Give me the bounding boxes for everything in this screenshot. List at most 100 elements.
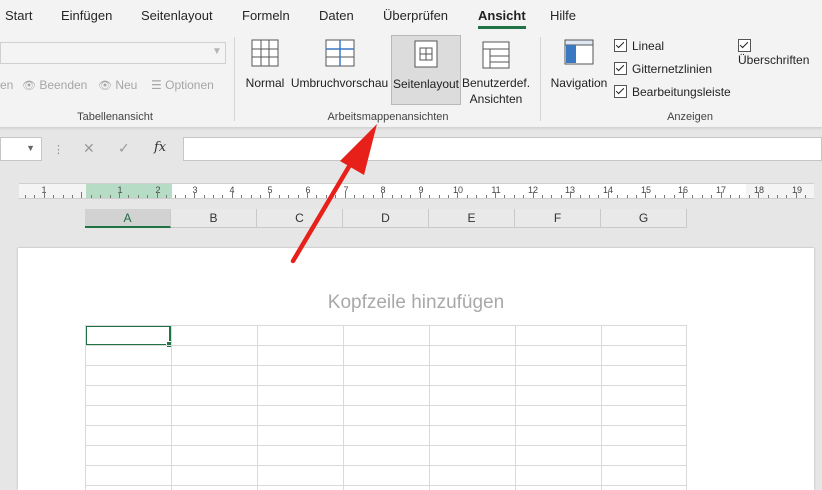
gridline — [85, 385, 687, 386]
chevron-down-icon: ▼ — [26, 143, 35, 153]
drag-handle-icon[interactable]: ⋮ — [53, 143, 64, 156]
tab-daten[interactable]: Daten — [319, 8, 354, 23]
ruler-tick — [373, 195, 374, 198]
column-header-b[interactable]: B — [171, 209, 257, 228]
ruler-tick — [721, 192, 722, 198]
ruler-tick — [805, 195, 806, 198]
ruler-tick — [608, 192, 609, 198]
group-label-anzeigen: Anzeigen — [667, 111, 713, 123]
navigation-button[interactable]: Navigation — [547, 35, 611, 105]
custom-views-icon — [482, 41, 510, 69]
gridline — [85, 365, 687, 366]
lineal-checkbox[interactable]: Lineal — [614, 39, 664, 53]
page-break-preview-button[interactable]: Umbruchvorschau — [290, 35, 389, 105]
group-divider — [234, 37, 235, 121]
tab-start[interactable]: Start — [5, 8, 32, 23]
gitternetzlinien-checkbox[interactable]: Gitternetzlinien — [614, 62, 712, 76]
ueberschriften-checkbox[interactable]: Überschriften — [738, 39, 822, 67]
active-cell[interactable] — [85, 325, 173, 348]
bearbeitungsleiste-checkbox[interactable]: Bearbeitungsleiste — [614, 85, 731, 99]
name-box[interactable]: ▼ — [0, 137, 42, 161]
column-header-a[interactable]: A — [85, 209, 171, 228]
ruler-tick — [354, 195, 355, 198]
ruler-tick — [457, 192, 458, 198]
custom-views-label-line2: Ansichten — [469, 92, 523, 106]
truncated-label: en — [0, 78, 14, 92]
column-header-d[interactable]: D — [343, 209, 429, 228]
ruler-tick — [232, 192, 233, 198]
group-label-tabellenansicht: Tabellenansicht — [77, 111, 153, 123]
ruler-tick — [758, 192, 759, 198]
ruler-tick — [570, 192, 571, 198]
tab-ueberpruefen[interactable]: Überprüfen — [383, 8, 448, 23]
ruler-tick — [542, 195, 543, 198]
column-header-e[interactable]: E — [429, 209, 515, 228]
beenden-button[interactable]: 👁 Beenden — [22, 78, 87, 92]
formula-input[interactable] — [183, 137, 822, 161]
ruler-tick — [514, 195, 515, 198]
ueberschriften-label: Überschriften — [738, 53, 810, 67]
ribbon: ▼ en 👁 Beenden 👁 Neu ☰ Optionen Tabellen… — [0, 31, 822, 128]
tab-ansicht[interactable]: Ansicht — [478, 8, 526, 29]
ruler-tick — [100, 195, 101, 198]
ruler-tick — [439, 195, 440, 198]
page-layout-page: Kopfzeile hinzufügen — [18, 248, 814, 490]
custom-views-label: Benutzerdef. Ansichten — [462, 75, 530, 107]
ruler-tick — [617, 195, 618, 198]
bearbeitungsleiste-label: Bearbeitungsleiste — [632, 85, 731, 99]
gridline — [85, 345, 687, 346]
formula-bar: ▼ ⋮ ✕ ✓ fx — [0, 137, 822, 163]
normal-view-button[interactable]: Normal — [241, 35, 289, 105]
ruler-tick — [363, 195, 364, 198]
ruler-tick — [81, 192, 82, 198]
tab-seitenlayout[interactable]: Seitenlayout — [141, 8, 213, 23]
eye-icon: 👁 — [22, 80, 36, 92]
ruler-tick — [392, 195, 393, 198]
ruler-tick — [598, 195, 599, 198]
ruler-tick — [138, 195, 139, 198]
column-header-g[interactable]: G — [601, 209, 687, 228]
insert-function-icon[interactable]: fx — [154, 140, 166, 155]
ruler-tick — [777, 195, 778, 198]
ruler-tick — [551, 195, 552, 198]
beenden-label: Beenden — [39, 78, 88, 92]
normal-view-label: Normal — [245, 76, 285, 90]
ruler-tick — [495, 192, 496, 198]
tab-hilfe[interactable]: Hilfe — [550, 8, 576, 23]
ruler-tick — [627, 195, 628, 198]
custom-views-label-line1: Benutzerdef. — [462, 76, 531, 90]
ruler-tick — [683, 192, 684, 198]
gridline — [85, 445, 687, 446]
ribbon-tabs: Start Einfügen Seitenlayout Formeln Date… — [0, 0, 822, 31]
ruler-tick — [702, 195, 703, 198]
ruler-tick — [110, 195, 111, 198]
custom-views-button[interactable]: Benutzerdef. Ansichten — [462, 35, 530, 107]
tab-formeln[interactable]: Formeln — [242, 8, 290, 23]
optionen-button[interactable]: ☰ Optionen — [151, 78, 214, 92]
cancel-icon[interactable]: ✕ — [83, 140, 95, 157]
ruler-tick — [476, 195, 477, 198]
column-header-f[interactable]: F — [515, 209, 601, 228]
tab-einfuegen[interactable]: Einfügen — [61, 8, 112, 23]
ruler-number: 11 — [491, 185, 501, 195]
ruler-tick — [486, 195, 487, 198]
header-placeholder[interactable]: Kopfzeile hinzufügen — [18, 292, 814, 314]
navigation-pane-icon — [564, 39, 594, 65]
ruler-tick — [533, 192, 534, 198]
enter-icon[interactable]: ✓ — [118, 140, 130, 157]
page-layout-button[interactable]: Seitenlayout — [391, 35, 461, 105]
ruler-number: 10 — [452, 185, 464, 195]
cell-grid[interactable] — [85, 325, 687, 490]
ruler-tick — [175, 195, 176, 198]
sheet-view-select[interactable]: ▼ — [0, 42, 226, 64]
ruler-tick — [382, 192, 383, 198]
gitternetzlinien-label: Gitternetzlinien — [632, 62, 713, 76]
gridline — [85, 425, 687, 426]
ruler-tick — [636, 195, 637, 198]
ruler-tick — [34, 195, 35, 198]
ruler-tick — [580, 195, 581, 198]
ruler-tick — [326, 195, 327, 198]
ruler-tick — [194, 192, 195, 198]
neu-button[interactable]: 👁 Neu — [98, 78, 137, 92]
column-header-c[interactable]: C — [257, 209, 343, 228]
